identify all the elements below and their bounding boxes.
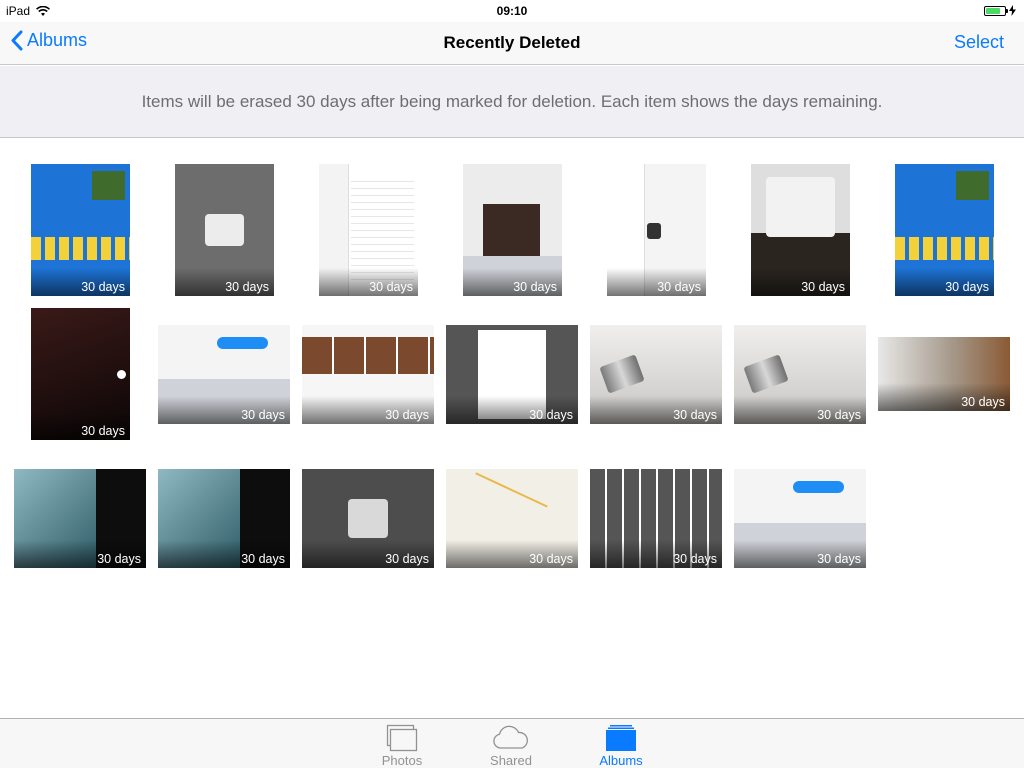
battery-icon [984, 5, 1008, 16]
photo-thumbnail[interactable]: 30 days [31, 308, 130, 440]
photo-thumbnail[interactable]: 30 days [734, 469, 866, 568]
days-remaining-label: 30 days [158, 540, 290, 568]
days-remaining-label: 30 days [446, 540, 578, 568]
status-time: 09:10 [496, 4, 528, 18]
days-remaining-label: 30 days [878, 383, 1010, 411]
days-remaining-label: 30 days [31, 268, 130, 296]
albums-icon [605, 723, 637, 753]
battery-level [986, 7, 1001, 14]
info-banner: Items will be erased 30 days after being… [0, 66, 1024, 138]
days-remaining-label: 30 days [463, 268, 562, 296]
days-remaining-label: 30 days [734, 540, 866, 568]
days-remaining-label: 30 days [590, 540, 722, 568]
deletion-info-text: Items will be erased 30 days after being… [141, 91, 883, 111]
status-bar: iPad 09:10 [0, 0, 1024, 22]
photo-thumbnail[interactable]: 30 days [463, 164, 562, 296]
navigation-bar: Albums Recently Deleted Select [0, 22, 1024, 65]
days-remaining-label: 30 days [31, 412, 130, 440]
days-remaining-label: 30 days [175, 268, 274, 296]
tab-albums[interactable]: Albums [581, 723, 661, 768]
days-remaining-label: 30 days [14, 540, 146, 568]
photo-thumbnail[interactable]: 30 days [895, 164, 994, 296]
days-remaining-label: 30 days [590, 396, 722, 424]
photo-thumbnail[interactable]: 30 days [590, 469, 722, 568]
tab-shared-label: Shared [490, 753, 532, 768]
days-remaining-label: 30 days [895, 268, 994, 296]
photo-thumbnail[interactable]: 30 days [446, 469, 578, 568]
days-remaining-label: 30 days [158, 396, 290, 424]
days-remaining-label: 30 days [607, 268, 706, 296]
page-title: Recently Deleted [443, 33, 581, 52]
status-bar-right [984, 5, 1016, 16]
photo-thumbnail[interactable]: 30 days [158, 325, 290, 424]
cloud-icon [491, 723, 531, 753]
photo-thumbnail[interactable]: 30 days [734, 325, 866, 424]
photo-thumbnail[interactable]: 30 days [175, 164, 274, 296]
days-remaining-label: 30 days [734, 396, 866, 424]
days-remaining-label: 30 days [302, 396, 434, 424]
tab-bar: Photos Shared Albums [0, 718, 1024, 768]
photo-thumbnail[interactable]: 30 days [319, 164, 418, 296]
select-button[interactable]: Select [954, 32, 1004, 53]
tab-albums-label: Albums [599, 753, 643, 768]
photo-thumbnail[interactable]: 30 days [14, 469, 146, 568]
days-remaining-label: 30 days [319, 268, 418, 296]
tab-photos[interactable]: Photos [362, 723, 442, 768]
photos-icon [386, 723, 418, 753]
photo-thumbnail[interactable]: 30 days [302, 325, 434, 424]
photo-thumbnail[interactable]: 30 days [302, 469, 434, 568]
tab-shared[interactable]: Shared [471, 723, 551, 768]
photo-thumbnail[interactable]: 30 days [158, 469, 290, 568]
photo-thumbnail[interactable]: 30 days [751, 164, 850, 296]
back-to-albums-button[interactable]: Albums [10, 30, 87, 51]
back-button-label: Albums [27, 30, 88, 50]
days-remaining-label: 30 days [446, 396, 578, 424]
photo-thumbnail[interactable]: 30 days [446, 325, 578, 424]
photo-thumbnail[interactable]: 30 days [878, 337, 1010, 411]
days-remaining-label: 30 days [751, 268, 850, 296]
tab-photos-label: Photos [381, 753, 423, 768]
photo-thumbnail[interactable]: 30 days [590, 325, 722, 424]
days-remaining-label: 30 days [302, 540, 434, 568]
charging-icon [1009, 5, 1016, 16]
photo-thumbnail[interactable]: 30 days [31, 164, 130, 296]
chevron-left-icon [11, 30, 23, 51]
photo-thumbnail[interactable]: 30 days [607, 164, 706, 296]
